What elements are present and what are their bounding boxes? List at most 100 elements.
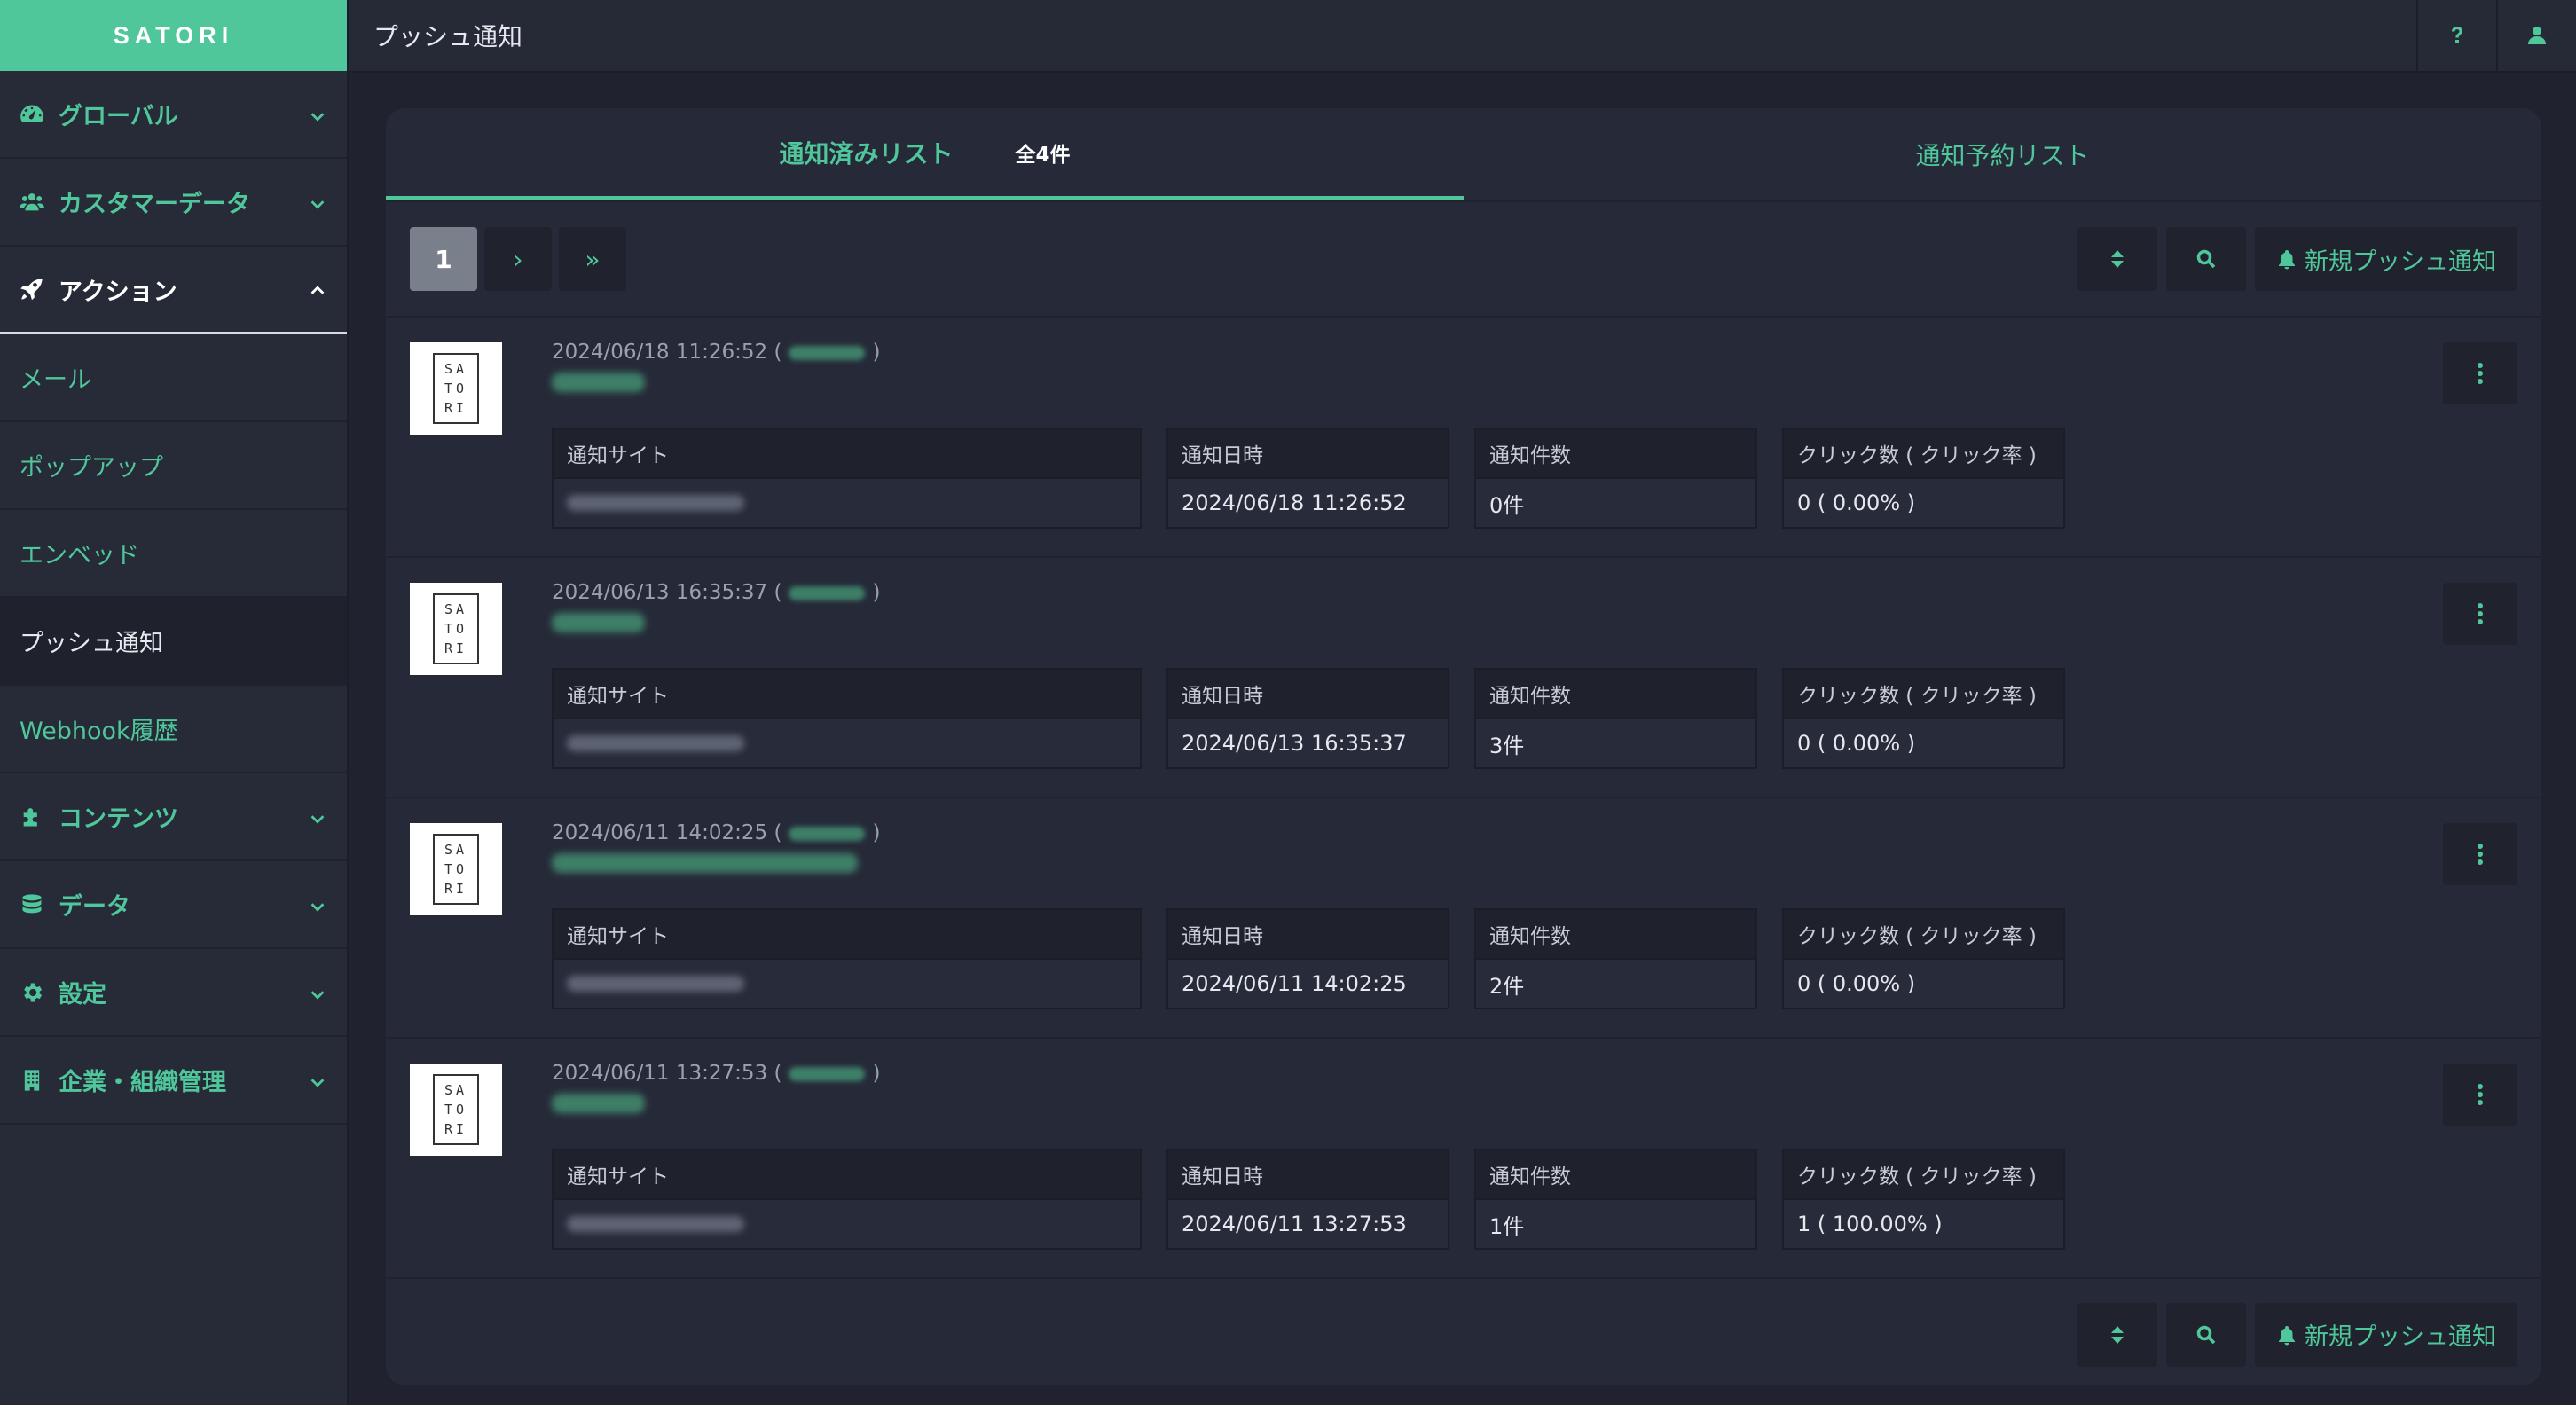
tab-sent-list[interactable]: 通知済みリスト 全4件 — [386, 108, 1464, 200]
sidebar-item-data[interactable]: データ — [0, 861, 347, 949]
new-push-label: 新規プッシュ通知 — [2305, 247, 2496, 276]
toolbar-bottom: 新規プッシュ通知 — [386, 1279, 2541, 1385]
col-value: 1 ( 100.00% ) — [1782, 1200, 2065, 1250]
sidebar-item-customer-data[interactable]: カスタマーデータ — [0, 159, 347, 247]
user-icon — [2528, 27, 2546, 44]
col-header: クリック数 ( クリック率 ) — [1782, 428, 2065, 479]
entry-details: 通知サイト 通知日時 2024/06/11 13:27:53 通知件数 1件 ク… — [552, 1149, 2090, 1250]
more-options-button[interactable] — [2443, 583, 2517, 645]
redacted-site — [567, 495, 744, 511]
entry-timestamp: 2024/06/18 11:26:52 () — [552, 341, 881, 364]
col-clicks: クリック数 ( クリック率 ) 0 ( 0.00% ) — [1782, 668, 2065, 769]
kebab-menu-icon — [2478, 844, 2483, 865]
col-count: 通知件数 0件 — [1474, 428, 1757, 529]
sidebar-item-settings[interactable]: 設定 — [0, 949, 347, 1037]
col-header: 通知日時 — [1166, 668, 1449, 719]
col-clicks: クリック数 ( クリック率 ) 0 ( 0.00% ) — [1782, 428, 2065, 529]
col-header: クリック数 ( クリック率 ) — [1782, 668, 2065, 719]
bell-icon — [2279, 250, 2295, 270]
entry-details: 通知サイト 通知日時 2024/06/18 11:26:52 通知件数 0件 ク… — [552, 428, 2090, 529]
chevron-down-icon — [308, 895, 327, 914]
col-header: 通知サイト — [552, 428, 1142, 479]
sidebar-item-global[interactable]: グローバル — [0, 71, 347, 159]
entry-meta: 2024/06/18 11:26:52 () — [552, 341, 880, 392]
search-button[interactable] — [2166, 1302, 2246, 1367]
col-header: 通知サイト — [552, 908, 1142, 960]
sidebar-item-label: アクション — [59, 278, 177, 306]
push-entry: SA TO RI 2024/06/18 11:26:52 () 通知サイト 通知日時… — [386, 318, 2541, 558]
more-options-button[interactable] — [2443, 1064, 2517, 1126]
kebab-menu-icon — [2478, 603, 2483, 624]
sidebar-subitem-popup[interactable]: ポップアップ — [0, 422, 347, 510]
col-header: 通知件数 — [1474, 428, 1757, 479]
col-value: 2024/06/18 11:26:52 — [1166, 479, 1449, 529]
brand-logo[interactable]: SATORI — [0, 0, 347, 71]
entry-timestamp: 2024/06/13 16:35:37 () — [552, 581, 881, 604]
col-value — [552, 719, 1142, 769]
satori-logo: SA TO RI — [433, 1074, 479, 1145]
new-push-button[interactable]: 新規プッシュ通知 — [2255, 1302, 2517, 1367]
col-site: 通知サイト — [552, 1149, 1142, 1250]
help-button[interactable] — [2416, 0, 2496, 71]
topbar: プッシュ通知 — [349, 0, 2576, 73]
col-value: 2024/06/11 14:02:25 — [1166, 960, 1449, 1009]
dashboard-icon — [20, 102, 44, 127]
col-value: 0 ( 0.00% ) — [1782, 479, 2065, 529]
user-menu-button[interactable] — [2496, 0, 2576, 71]
last-page-button[interactable]: » — [559, 227, 626, 291]
satori-logo: SA TO RI — [433, 593, 479, 664]
col-value: 2024/06/13 16:35:37 — [1166, 719, 1449, 769]
entry-details: 通知サイト 通知日時 2024/06/13 16:35:37 通知件数 3件 ク… — [552, 668, 2090, 769]
redacted-title — [552, 373, 645, 392]
redacted-title — [552, 853, 858, 873]
redacted-title — [552, 1094, 645, 1113]
col-date: 通知日時 2024/06/18 11:26:52 — [1166, 428, 1449, 529]
sidebar-subitem-mail[interactable]: メール — [0, 334, 347, 422]
entry-details: 通知サイト 通知日時 2024/06/11 14:02:25 通知件数 2件 ク… — [552, 908, 2090, 1009]
sidebar: SATORI グローバル カスタマーデータ アクション メール ポップアップ エ… — [0, 0, 349, 1405]
tab-scheduled-list[interactable]: 通知予約リスト — [1464, 108, 2541, 200]
page-1-button[interactable]: 1 — [410, 227, 477, 291]
tab-label: 通知済みリスト — [779, 138, 954, 169]
sidebar-item-label: 企業・組織管理 — [59, 1069, 226, 1096]
col-value: 1件 — [1474, 1200, 1757, 1250]
bell-icon — [2279, 1325, 2295, 1345]
col-header: 通知サイト — [552, 668, 1142, 719]
sidebar-item-action[interactable]: アクション — [0, 247, 347, 334]
redacted-site — [567, 735, 744, 751]
search-button[interactable] — [2166, 227, 2246, 291]
next-page-button[interactable]: › — [484, 227, 552, 291]
new-push-label: 新規プッシュ通知 — [2305, 1323, 2496, 1351]
users-icon — [20, 190, 44, 215]
database-icon — [20, 892, 44, 917]
col-header: 通知日時 — [1166, 908, 1449, 960]
more-options-button[interactable] — [2443, 342, 2517, 404]
entry-timestamp: 2024/06/11 14:02:25 () — [552, 821, 881, 844]
more-options-button[interactable] — [2443, 823, 2517, 885]
chevron-up-icon — [308, 279, 327, 299]
tab-label: 通知予約リスト — [1915, 141, 2090, 170]
redacted-creator — [789, 345, 866, 360]
notification-thumbnail: SA TO RI — [410, 583, 502, 675]
sidebar-item-company[interactable]: 企業・組織管理 — [0, 1037, 347, 1125]
search-icon — [2196, 249, 2216, 269]
page-title: プッシュ通知 — [373, 22, 523, 51]
sort-button[interactable] — [2077, 227, 2157, 291]
sidebar-item-contents[interactable]: コンテンツ — [0, 773, 347, 861]
new-push-button[interactable]: 新規プッシュ通知 — [2255, 227, 2517, 291]
gear-icon — [20, 980, 44, 1005]
sidebar-subitem-webhook[interactable]: Webhook履歴 — [0, 686, 347, 773]
sort-button[interactable] — [2077, 1302, 2157, 1367]
push-entry: SA TO RI 2024/06/11 14:02:25 () 通知サイト 通知日時… — [386, 798, 2541, 1039]
col-count: 通知件数 3件 — [1474, 668, 1757, 769]
col-site: 通知サイト — [552, 908, 1142, 1009]
sidebar-item-label: 設定 — [59, 981, 106, 1009]
col-value: 0 ( 0.00% ) — [1782, 960, 2065, 1009]
search-icon — [2196, 1325, 2216, 1344]
sidebar-subitem-push[interactable]: プッシュ通知 — [0, 598, 347, 686]
col-header: クリック数 ( クリック率 ) — [1782, 1149, 2065, 1200]
redacted-creator — [789, 585, 866, 600]
col-header: 通知件数 — [1474, 1149, 1757, 1200]
sidebar-subitem-embed[interactable]: エンベッド — [0, 510, 347, 598]
chevron-down-icon — [308, 983, 327, 1002]
